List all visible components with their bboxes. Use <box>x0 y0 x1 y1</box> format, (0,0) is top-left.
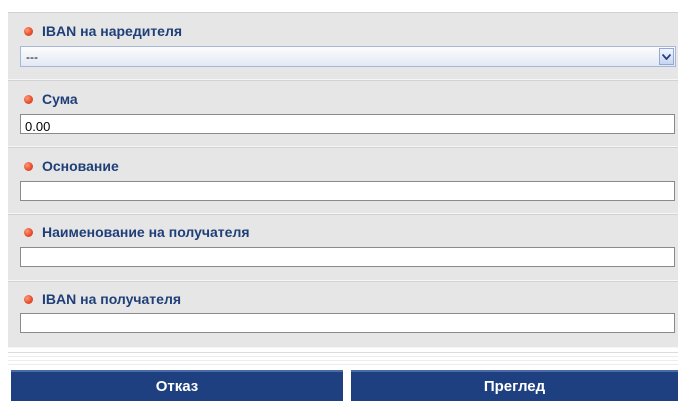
chevron-down-icon[interactable] <box>659 48 674 65</box>
recipient-name-input[interactable] <box>20 247 675 267</box>
label-reason: Основание <box>24 158 119 174</box>
required-bullet-icon <box>24 94 33 104</box>
reason-input[interactable] <box>20 181 675 201</box>
label-recipient-iban: IBAN на получателя <box>24 291 181 307</box>
required-bullet-icon <box>24 161 33 171</box>
label-payer-iban: IBAN на наредителя <box>24 23 182 39</box>
required-bullet-icon <box>24 26 33 36</box>
amount-input[interactable]: 0.00 <box>20 114 675 134</box>
cancel-button[interactable]: Отказ <box>11 370 343 401</box>
section-amount: Сума 0.00 <box>8 80 678 147</box>
payer-iban-select-value: --- <box>26 50 38 64</box>
recipient-iban-label: IBAN на получателя <box>42 291 182 307</box>
payer-iban-select[interactable]: --- <box>20 46 676 67</box>
form-separator <box>8 352 678 365</box>
preview-button[interactable]: Преглед <box>351 370 678 401</box>
reason-label: Основание <box>42 158 119 174</box>
payment-form-panel: IBAN на наредителя --- Сума 0.00 Основан… <box>8 12 678 348</box>
required-bullet-icon <box>24 227 33 237</box>
section-recipient-name: Наименование на получателя <box>8 214 678 281</box>
recipient-iban-input[interactable] <box>20 313 675 333</box>
recipient-name-label: Наименование на получателя <box>42 224 250 240</box>
required-bullet-icon <box>24 294 33 304</box>
section-reason: Основание <box>8 147 678 214</box>
label-amount: Сума <box>24 91 78 107</box>
section-payer-iban: IBAN на наредителя --- <box>8 13 678 80</box>
label-recipient-name: Наименование на получателя <box>24 224 250 240</box>
amount-label: Сума <box>42 91 78 107</box>
section-recipient-iban: IBAN на получателя <box>8 281 678 348</box>
payer-iban-label: IBAN на наредителя <box>42 23 183 39</box>
